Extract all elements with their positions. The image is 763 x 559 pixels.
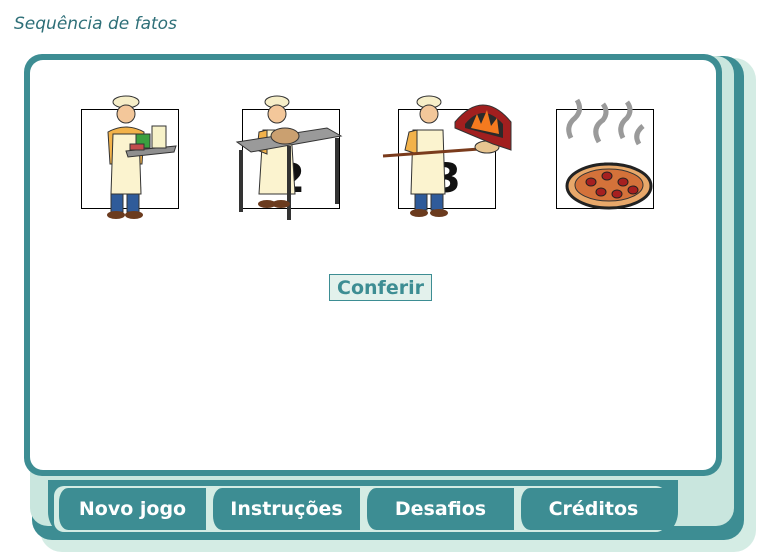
baker-with-ingredients-icon <box>107 95 177 219</box>
tab-instructions[interactable]: Instruções <box>208 488 360 530</box>
tab-challenges[interactable]: Desafios <box>362 488 514 530</box>
tab-credits[interactable]: Créditos <box>516 488 666 530</box>
hot-pizza-icon <box>565 98 653 210</box>
baker-kneading-dough-icon <box>235 95 343 220</box>
page-title: Sequência de fatos <box>14 14 177 34</box>
sequence-tile-3[interactable]: 3 <box>382 95 512 217</box>
sequence-tile-1[interactable]: 1 <box>81 95 179 219</box>
sequence-tile-4[interactable]: 4 <box>556 98 654 210</box>
tab-new-game[interactable]: Novo jogo <box>54 488 206 530</box>
baker-with-oven-icon <box>382 95 512 217</box>
sequence-tile-2[interactable]: 2 <box>235 95 343 220</box>
check-button[interactable]: Conferir <box>329 274 432 301</box>
